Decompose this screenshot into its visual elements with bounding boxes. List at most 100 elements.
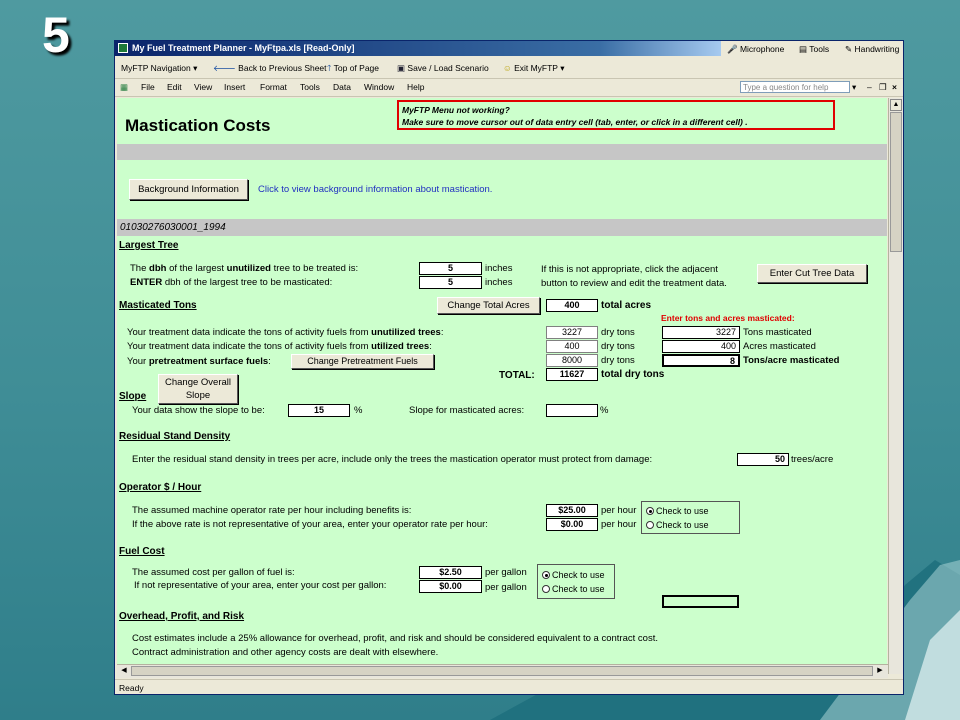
selected-cell[interactable] — [662, 595, 739, 608]
excel-app-icon — [118, 43, 128, 53]
myftp-toolbar: MyFTP Navigation ▾ 🡐 Back to Previous Sh… — [115, 58, 903, 79]
acres-masticated-input[interactable]: 400 — [662, 340, 740, 353]
notice-box: MyFTP Menu not working? Make sure to mov… — [397, 100, 835, 130]
horizontal-scrollbar[interactable]: ◀ ▶ — [117, 664, 888, 678]
back-button[interactable]: 🡐 Back to Previous Sheet — [213, 63, 327, 74]
tools-label: Tools — [809, 44, 830, 54]
fuel-cost-options: Check to use Check to use — [537, 564, 615, 599]
operator-custom-radio-label: Check to use — [656, 520, 709, 530]
menu-file[interactable]: File — [141, 82, 155, 92]
fuel-cost-text-1: The assumed cost per gallon of fuel is: — [132, 567, 295, 578]
operator-default-radio[interactable]: Check to use — [646, 506, 709, 516]
scroll-up-arrow-icon[interactable]: ▲ — [890, 99, 902, 111]
masticated-tons-heading: Masticated Tons — [119, 300, 197, 311]
scenario-band — [117, 219, 887, 236]
slope-heading: Slope — [119, 391, 147, 402]
operator-rate-input[interactable]: $0.00 — [546, 518, 598, 531]
fuel-cost-input[interactable]: $0.00 — [419, 580, 482, 593]
up-arrow-icon: 🡑 — [327, 63, 332, 73]
horizontal-scroll-thumb[interactable] — [131, 666, 873, 676]
acres-masticated-label: Acres masticated — [743, 341, 816, 352]
microphone-label: Microphone — [739, 44, 785, 54]
fuel-default-radio[interactable]: Check to use — [542, 570, 605, 580]
save-load-label: Save / Load Scenario — [407, 63, 489, 73]
radio-selected-icon — [646, 507, 654, 515]
menu-tools[interactable]: Tools — [300, 82, 320, 92]
residual-density-text: Enter the residual stand density in tree… — [132, 454, 653, 465]
change-pretreatment-fuels-button[interactable]: Change Pretreatment Fuels — [291, 354, 434, 369]
menu-edit[interactable]: Edit — [167, 82, 182, 92]
menu-help[interactable]: Help — [407, 82, 424, 92]
dry-tons-unit-2: dry tons — [601, 341, 635, 352]
myftp-navigation-menu[interactable]: MyFTP Navigation ▾ — [121, 63, 197, 74]
vertical-scroll-thumb[interactable] — [890, 112, 902, 252]
minimize-icon[interactable]: – — [867, 82, 872, 92]
per-hour-unit-1: per hour — [601, 505, 637, 516]
radio-unselected-icon — [646, 521, 654, 529]
slide-number: 5 — [42, 7, 70, 63]
change-total-acres-button[interactable]: Change Total Acres — [437, 297, 540, 314]
fuel-cost-text-2: If not representative of your area, ente… — [134, 580, 387, 591]
tons-masticated-input[interactable]: 3227 — [662, 326, 740, 339]
exit-button[interactable]: ☺ Exit MyFTP ▾ — [503, 63, 564, 74]
dbh-unutilized-text: The dbh of the largest unutilized tree t… — [130, 263, 359, 274]
menu-data[interactable]: Data — [333, 82, 351, 92]
residual-density-input[interactable]: 50 — [737, 453, 789, 466]
change-overall-slope-button[interactable]: Change Overall Slope — [158, 374, 238, 404]
per-hour-unit-2: per hour — [601, 519, 637, 530]
total-acres-value: 400 — [546, 299, 598, 312]
total-dry-tons-value: 11627 — [546, 368, 598, 381]
pretreatment-fuels-text: Your pretreatment surface fuels: — [127, 356, 271, 367]
excel-window: My Fuel Treatment Planner - MyFtpa.xls [… — [114, 40, 904, 695]
help-search-input[interactable]: Type a question for help — [740, 81, 850, 93]
sheet-icon: ▦ — [120, 82, 129, 92]
smiley-icon: ☺ — [503, 63, 512, 73]
slope-button-line-1: Change Overall — [164, 377, 231, 388]
slope-masticated-label: Slope for masticated acres: — [409, 405, 525, 416]
slope-text: Your data show the slope to be: — [132, 405, 265, 416]
scroll-left-arrow-icon[interactable]: ◀ — [118, 665, 130, 677]
menu-window[interactable]: Window — [364, 82, 394, 92]
handwriting-button[interactable]: ✎ Handwriting — [845, 44, 899, 55]
background-info-link[interactable]: Click to view background information abo… — [258, 184, 492, 195]
help-dropdown-icon[interactable]: ▾ — [852, 82, 856, 93]
enter-cut-tree-data-button[interactable]: Enter Cut Tree Data — [757, 264, 867, 283]
dbh-masticated-input[interactable]: 5 — [419, 276, 482, 289]
radio-unselected-icon — [542, 585, 550, 593]
overhead-text-2: Contract administration and other agency… — [132, 647, 439, 658]
overhead-text-1: Cost estimates include a 25% allowance f… — [132, 633, 658, 644]
microphone-button[interactable]: 🎤 Microphone — [727, 44, 784, 55]
fuel-custom-radio[interactable]: Check to use — [542, 584, 605, 594]
dbh-masticated-text: ENTER dbh of the largest tree to be mast… — [130, 277, 333, 288]
title-bar: My Fuel Treatment Planner - MyFtpa.xls [… — [115, 41, 721, 56]
scenario-id: 01030276030001_1994 — [120, 222, 226, 233]
operator-custom-radio[interactable]: Check to use — [646, 520, 709, 530]
save-load-button[interactable]: ▣ Save / Load Scenario — [397, 63, 489, 74]
trees-per-acre-unit: trees/acre — [791, 454, 834, 465]
per-gallon-unit-1: per gallon — [485, 567, 527, 578]
background-information-button[interactable]: Background Information — [129, 179, 248, 200]
fuel-cost-default: $2.50 — [419, 566, 482, 579]
menu-format[interactable]: Format — [260, 82, 287, 92]
close-icon[interactable]: × — [892, 82, 897, 92]
slope-value: 15 — [288, 404, 350, 417]
enter-tons-acres-label: Enter tons and acres masticated: — [661, 313, 795, 323]
slope-masticated-input[interactable] — [546, 404, 598, 417]
tools-button[interactable]: ▤ Tools — [799, 44, 829, 55]
inches-unit-1: inches — [485, 263, 513, 274]
tons-per-acre-value: 8 — [662, 354, 740, 367]
slope-masticated-percent: % — [600, 405, 609, 416]
slope-percent: % — [354, 405, 363, 416]
menu-insert[interactable]: Insert — [224, 82, 245, 92]
menu-view[interactable]: View — [194, 82, 212, 92]
operator-default-radio-label: Check to use — [656, 506, 709, 516]
restore-icon[interactable]: ❐ — [879, 82, 887, 93]
dry-tons-unit-1: dry tons — [601, 327, 635, 338]
top-of-page-button[interactable]: 🡑 Top of Page — [327, 63, 379, 77]
operator-rate-heading: Operator $ / Hour — [119, 482, 202, 493]
vertical-scrollbar[interactable]: ▲ — [888, 98, 903, 674]
fuel-custom-radio-label: Check to use — [552, 584, 605, 594]
notice-line-2: Make sure to move cursor out of data ent… — [402, 117, 748, 127]
fuel-default-radio-label: Check to use — [552, 570, 605, 580]
scroll-right-arrow-icon[interactable]: ▶ — [874, 665, 886, 677]
